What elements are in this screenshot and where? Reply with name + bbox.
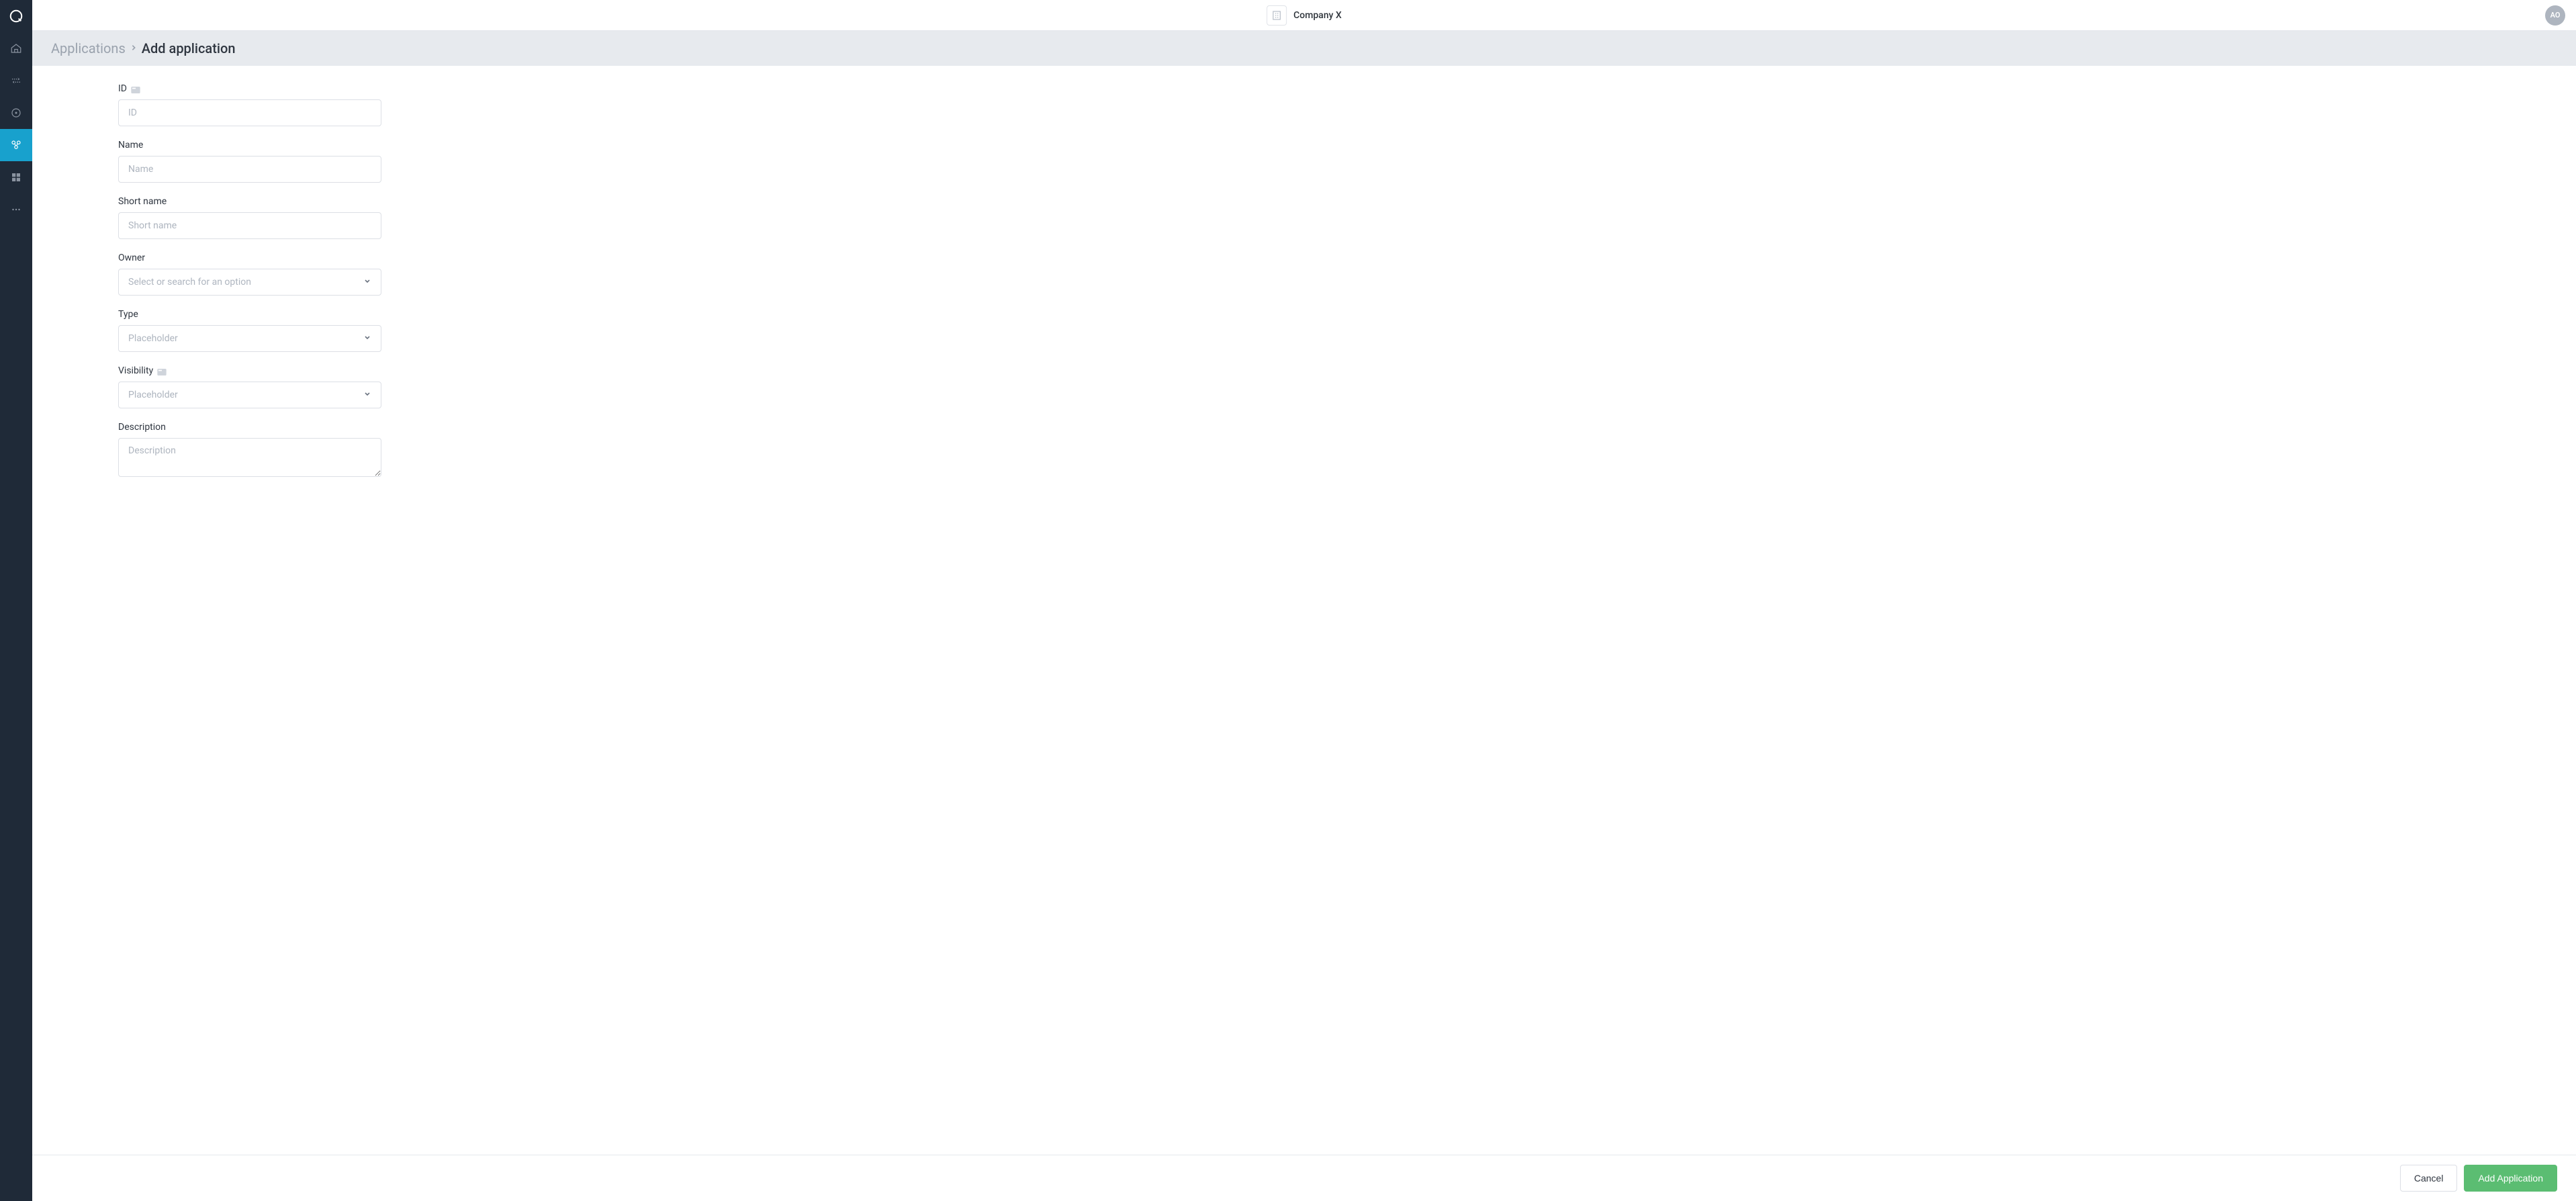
cancel-button[interactable]: Cancel: [2400, 1165, 2458, 1192]
type-placeholder: Placeholder: [128, 333, 178, 344]
form-footer: Cancel Add Application: [32, 1155, 2576, 1201]
topbar: Company X AO: [32, 0, 2576, 31]
company-switcher[interactable]: Company X: [1267, 5, 1342, 26]
sidebar-item-applications[interactable]: [0, 129, 32, 161]
help-icon[interactable]: [157, 367, 167, 374]
description-label: Description: [118, 422, 166, 433]
id-input[interactable]: [118, 99, 381, 126]
owner-select[interactable]: Select or search for an option: [118, 269, 381, 296]
chevron-down-icon: [363, 277, 371, 287]
sidebar-item-transfers[interactable]: [0, 64, 32, 97]
chevron-down-icon: [363, 390, 371, 400]
id-label: ID: [118, 83, 127, 94]
sidebar-item-home[interactable]: [0, 32, 32, 64]
chevron-right-icon: [131, 43, 136, 54]
field-owner: Owner Select or search for an option: [118, 253, 381, 296]
name-label: Name: [118, 140, 143, 150]
field-name: Name: [118, 140, 381, 183]
content-area: ID Name Short name: [32, 66, 2576, 1155]
sidebar-item-target[interactable]: [0, 97, 32, 129]
short-name-label: Short name: [118, 196, 167, 207]
sidebar-item-dashboard[interactable]: [0, 161, 32, 193]
breadcrumb: Applications Add application: [51, 40, 2557, 56]
add-application-form: ID Name Short name: [118, 83, 381, 480]
avatar[interactable]: AO: [2545, 5, 2565, 26]
name-input[interactable]: [118, 156, 381, 183]
field-description: Description: [118, 422, 381, 480]
breadcrumb-band: Applications Add application: [32, 31, 2576, 66]
chevron-down-icon: [363, 333, 371, 344]
breadcrumb-parent[interactable]: Applications: [51, 40, 126, 56]
help-icon[interactable]: [131, 85, 140, 92]
field-visibility: Visibility Placeholder: [118, 365, 381, 408]
field-id: ID: [118, 83, 381, 126]
owner-label: Owner: [118, 253, 145, 263]
visibility-placeholder: Placeholder: [128, 390, 178, 400]
field-type: Type Placeholder: [118, 309, 381, 352]
company-name: Company X: [1293, 10, 1342, 21]
sidebar-item-more[interactable]: [0, 193, 32, 226]
description-textarea[interactable]: [118, 438, 381, 477]
type-label: Type: [118, 309, 138, 320]
add-application-button[interactable]: Add Application: [2464, 1165, 2557, 1192]
short-name-input[interactable]: [118, 212, 381, 239]
main-area: Company X AO Applications Add applicatio…: [32, 0, 2576, 1201]
building-icon: [1267, 5, 1287, 26]
field-short-name: Short name: [118, 196, 381, 239]
visibility-label: Visibility: [118, 365, 153, 376]
app-logo[interactable]: [0, 0, 32, 32]
sidebar: [0, 0, 32, 1201]
page-title: Add application: [142, 40, 236, 56]
owner-placeholder: Select or search for an option: [128, 277, 251, 287]
type-select[interactable]: Placeholder: [118, 325, 381, 352]
visibility-select[interactable]: Placeholder: [118, 382, 381, 408]
